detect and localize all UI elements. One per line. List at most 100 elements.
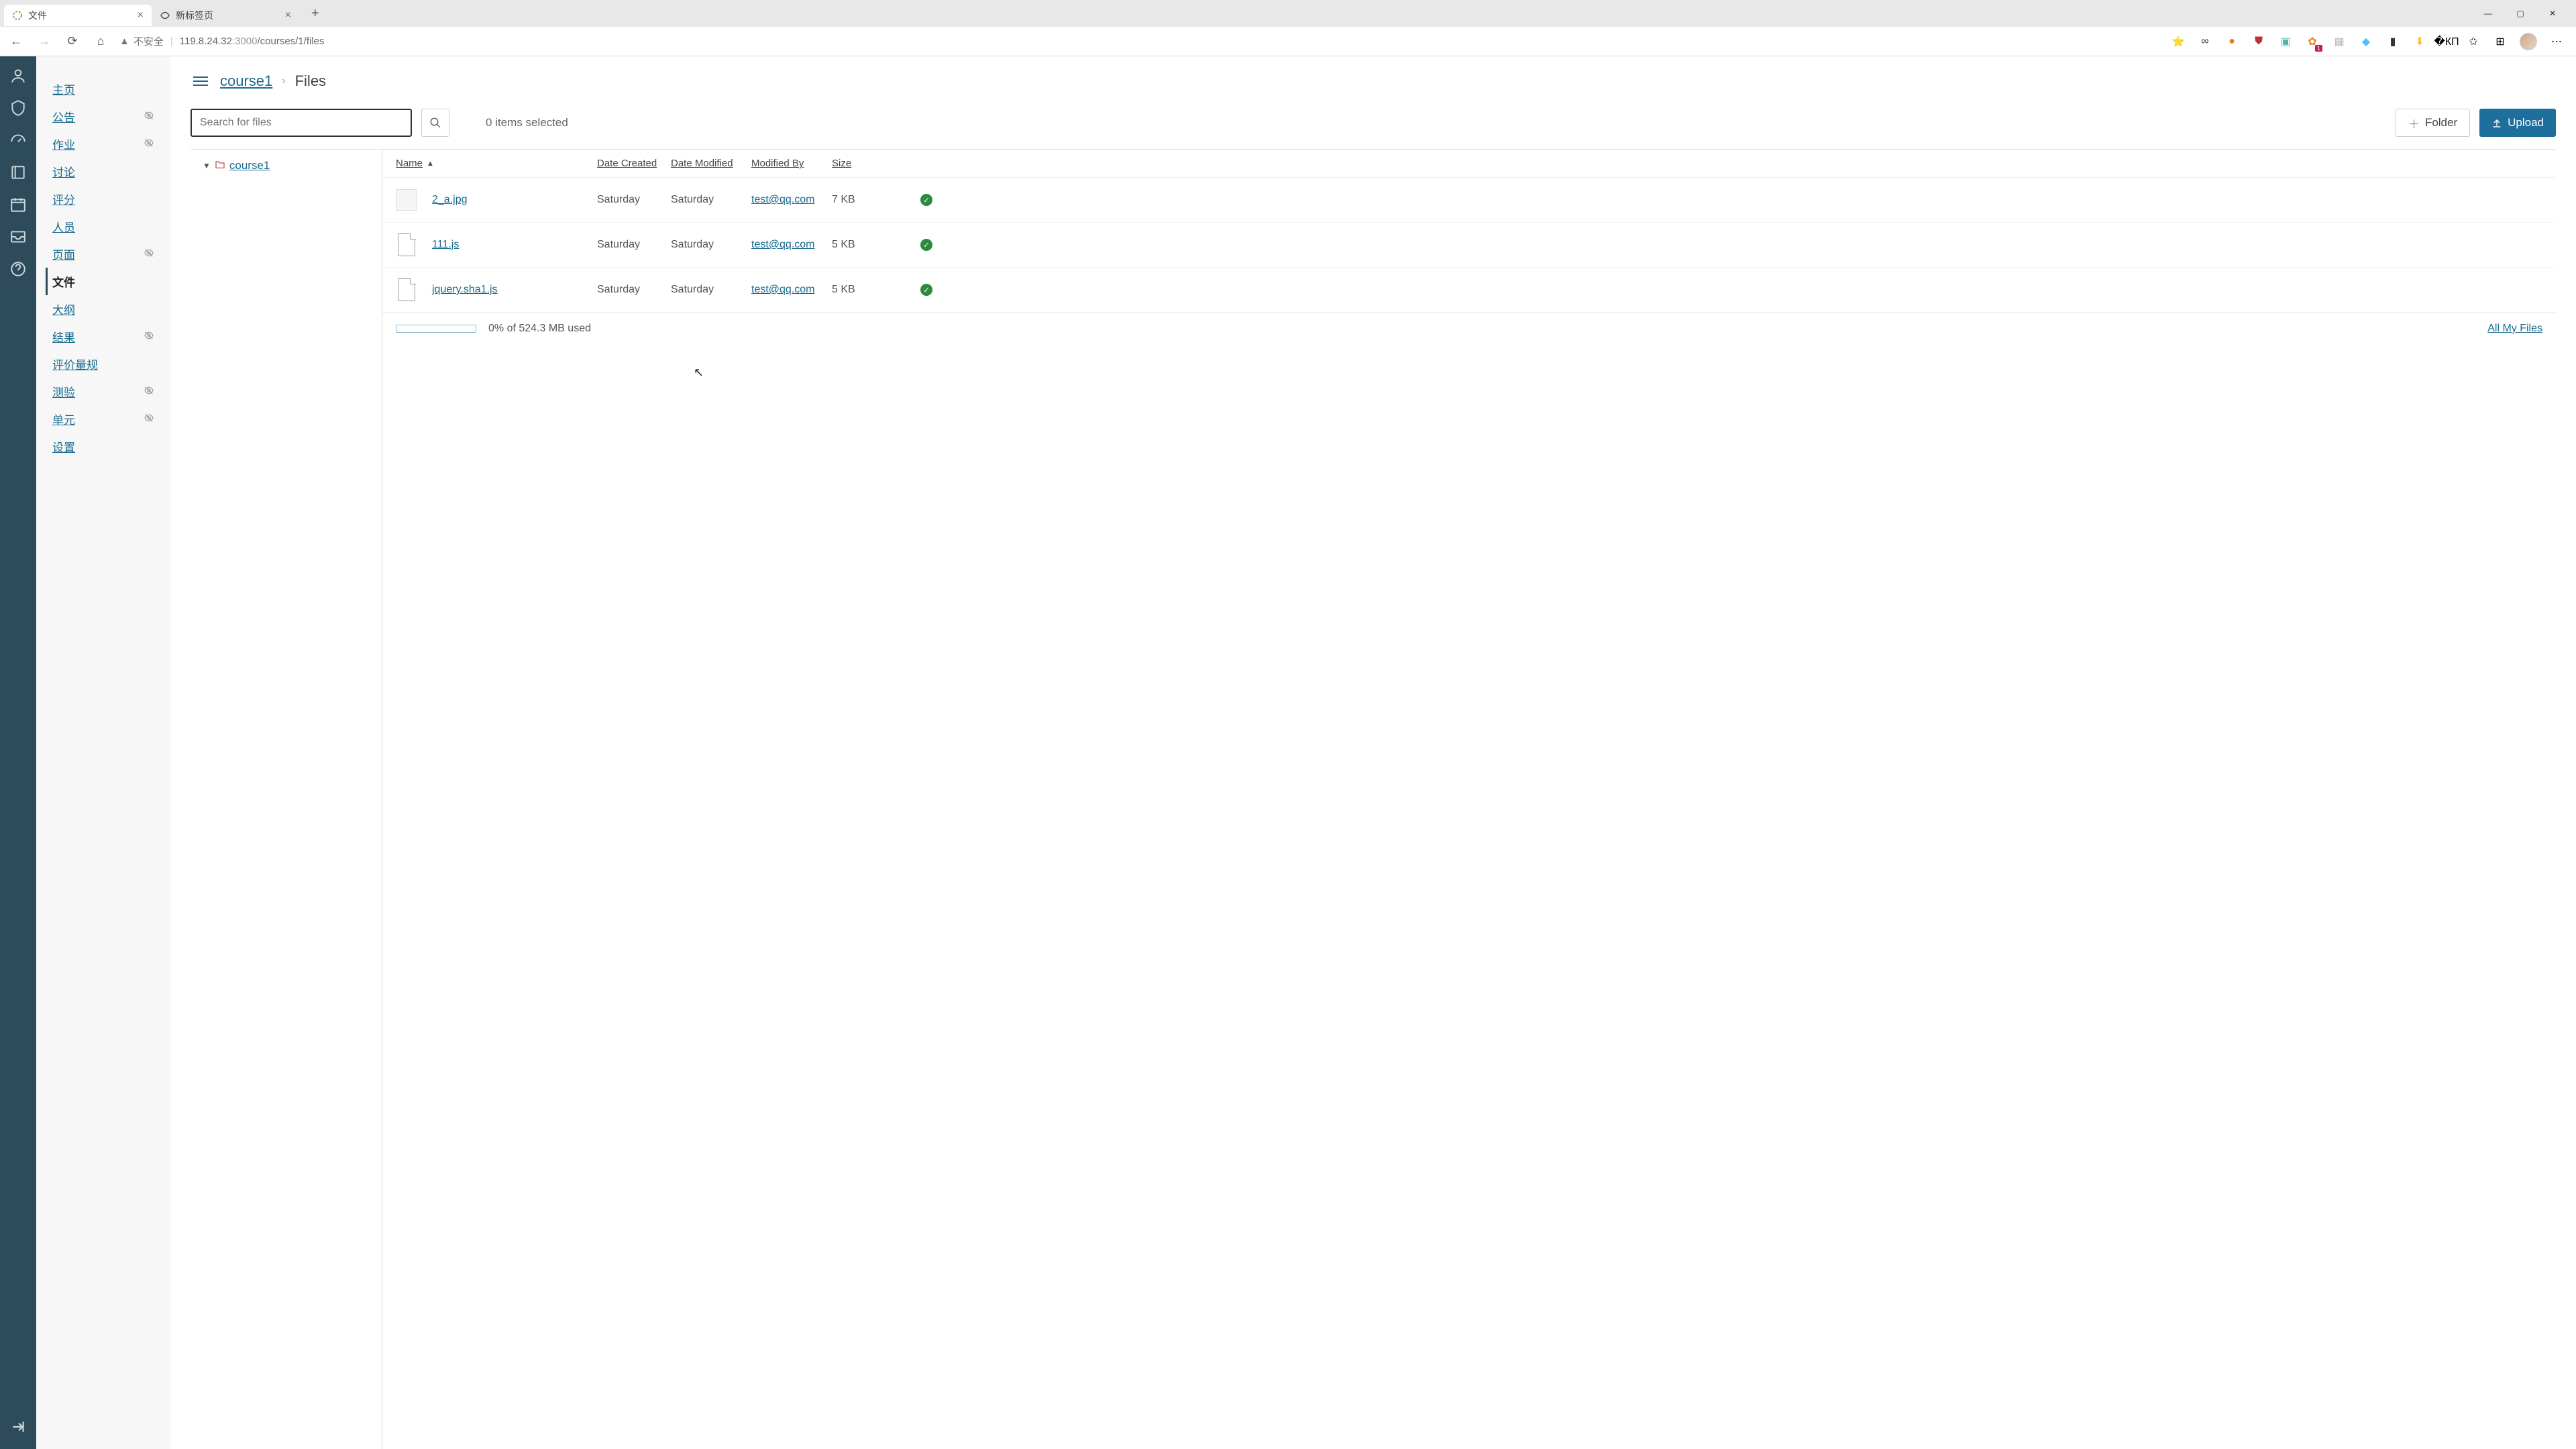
course-nav-item[interactable]: 主页 [52, 75, 75, 103]
hidden-icon [144, 248, 154, 260]
course-nav-item[interactable]: 人员 [52, 213, 75, 240]
new-tab-button[interactable]: + [306, 3, 325, 24]
course-nav-item[interactable]: 文件 [46, 268, 75, 295]
file-list: Name ▲ Date Created Date Modified Modifie… [382, 150, 2556, 1449]
course-nav-item[interactable]: 页面 [52, 240, 75, 268]
download-icon[interactable]: ⬇ [2412, 34, 2427, 49]
course-nav-item[interactable]: 结果 [52, 323, 75, 350]
url-host: 119.8.24.32 [180, 36, 232, 47]
shield-icon[interactable]: ⛊ [2251, 34, 2266, 49]
ext-teal-icon[interactable]: ▣ [2278, 34, 2293, 49]
ext-dark-icon[interactable]: ▮ [2385, 34, 2400, 49]
quota-bar [396, 325, 476, 333]
file-name-link[interactable]: 111.js [432, 239, 459, 251]
file-created: Saturday [597, 239, 671, 251]
breadcrumb-course[interactable]: course1 [220, 72, 272, 90]
new-folder-button[interactable]: ＋ Folder [2396, 109, 2470, 137]
published-icon[interactable]: ✓ [920, 239, 932, 251]
col-created[interactable]: Date Created [597, 158, 657, 169]
tab-close-icon[interactable]: × [138, 9, 144, 21]
window-controls: — ▢ ✕ [2473, 3, 2572, 24]
search-input[interactable] [191, 109, 412, 137]
favorite-icon[interactable]: ⭐ [2171, 34, 2186, 49]
tab-favicon-icon [12, 10, 23, 21]
inbox-icon[interactable] [8, 227, 28, 247]
file-modified-by-link[interactable]: test@qq.com [751, 284, 815, 295]
maximize-button[interactable]: ▢ [2505, 3, 2536, 24]
course-nav-item[interactable]: 评价量规 [52, 350, 98, 378]
sort-asc-icon: ▲ [427, 160, 434, 168]
course-nav-item[interactable]: 作业 [52, 130, 75, 158]
forward-button[interactable]: → [35, 32, 54, 51]
course-nav-item[interactable]: 大纲 [52, 295, 75, 323]
home-button[interactable]: ⌂ [91, 32, 110, 51]
address-bar[interactable]: ▲ 不安全 | 119.8.24.32:3000/courses/1/files [119, 34, 2161, 48]
file-name-link[interactable]: jquery.sha1.js [432, 284, 498, 296]
minimize-button[interactable]: — [2473, 3, 2504, 24]
file-modified: Saturday [671, 239, 751, 251]
file-size: 7 KB [832, 194, 899, 206]
profile-avatar[interactable] [2520, 33, 2537, 50]
calendar-icon[interactable] [8, 195, 28, 215]
browser-tab-active[interactable]: 文件 × [4, 5, 152, 26]
published-icon[interactable]: ✓ [920, 194, 932, 206]
ext-orange-icon[interactable]: ● [2224, 34, 2239, 49]
ext-badge-icon[interactable]: ✿ 1 [2305, 34, 2320, 49]
favorites-icon[interactable]: ✩ [2466, 34, 2481, 49]
file-modified-by-link[interactable]: test@qq.com [751, 194, 815, 205]
collections-icon[interactable]: ⊞ [2493, 34, 2508, 49]
image-thumbnail-icon [396, 187, 417, 213]
extensions-icon[interactable]: �КП [2439, 34, 2454, 49]
published-icon[interactable]: ✓ [920, 284, 932, 296]
folder-icon [215, 159, 225, 172]
hidden-icon [144, 138, 154, 150]
breadcrumb: course1 › Files [191, 72, 2556, 90]
upload-button[interactable]: Upload [2479, 109, 2556, 137]
course-nav-item[interactable]: 评分 [52, 185, 75, 213]
hidden-icon [144, 110, 154, 123]
dashboard-icon[interactable] [8, 130, 28, 150]
courses-icon[interactable] [8, 162, 28, 182]
course-nav-item[interactable]: 公告 [52, 103, 75, 130]
col-name[interactable]: Name [396, 158, 423, 169]
ext-gray-icon[interactable]: ▦ [2332, 34, 2347, 49]
quota-text: 0% of 524.3 MB used [488, 323, 591, 335]
tree-root-label[interactable]: course1 [229, 159, 270, 172]
file-row[interactable]: 2_a.jpgSaturdaySaturdaytest@qq.com7 KB✓ [382, 178, 2556, 223]
col-size[interactable]: Size [832, 158, 851, 169]
warning-icon: ▲ [119, 36, 129, 47]
course-nav-item[interactable]: 设置 [52, 433, 75, 460]
more-icon[interactable]: ⋯ [2549, 34, 2564, 49]
main-content: course1 › Files 0 items selected ＋ Folde… [170, 56, 2576, 1449]
col-by[interactable]: Modified By [751, 158, 804, 169]
chevron-right-icon: › [282, 75, 285, 87]
back-button[interactable]: ← [7, 32, 25, 51]
course-nav-item[interactable]: 测验 [52, 378, 75, 405]
file-created: Saturday [597, 194, 671, 206]
tab-favicon-icon [160, 10, 170, 21]
file-row[interactable]: jquery.sha1.jsSaturdaySaturdaytest@qq.co… [382, 268, 2556, 313]
expand-nav-icon[interactable] [8, 1417, 28, 1437]
infinity-icon[interactable]: ∞ [2198, 34, 2212, 49]
file-created: Saturday [597, 284, 671, 296]
file-modified-by-link[interactable]: test@qq.com [751, 239, 815, 250]
course-nav-item[interactable]: 讨论 [52, 158, 75, 185]
tree-root[interactable]: ▼ course1 [203, 159, 370, 172]
help-icon[interactable] [8, 259, 28, 279]
browser-toolbar: ← → ⟳ ⌂ ▲ 不安全 | 119.8.24.32:3000/courses… [0, 27, 2576, 56]
admin-icon[interactable] [8, 98, 28, 118]
file-row[interactable]: 111.jsSaturdaySaturdaytest@qq.com5 KB✓ [382, 223, 2556, 268]
col-modified[interactable]: Date Modified [671, 158, 733, 169]
all-my-files-link[interactable]: All My Files [2487, 323, 2542, 335]
reload-button[interactable]: ⟳ [63, 32, 82, 51]
tab-close-icon[interactable]: × [285, 9, 291, 21]
close-window-button[interactable]: ✕ [2537, 3, 2568, 24]
browser-tab[interactable]: 新标签页 × [152, 5, 299, 26]
hamburger-icon[interactable] [191, 74, 211, 89]
account-icon[interactable] [8, 66, 28, 86]
course-nav-item[interactable]: 单元 [52, 405, 75, 433]
search-button[interactable] [421, 109, 449, 137]
file-name-link[interactable]: 2_a.jpg [432, 194, 468, 206]
ext-blue-icon[interactable]: ◆ [2359, 34, 2373, 49]
files-toolbar: 0 items selected ＋ Folder Upload [191, 109, 2556, 149]
